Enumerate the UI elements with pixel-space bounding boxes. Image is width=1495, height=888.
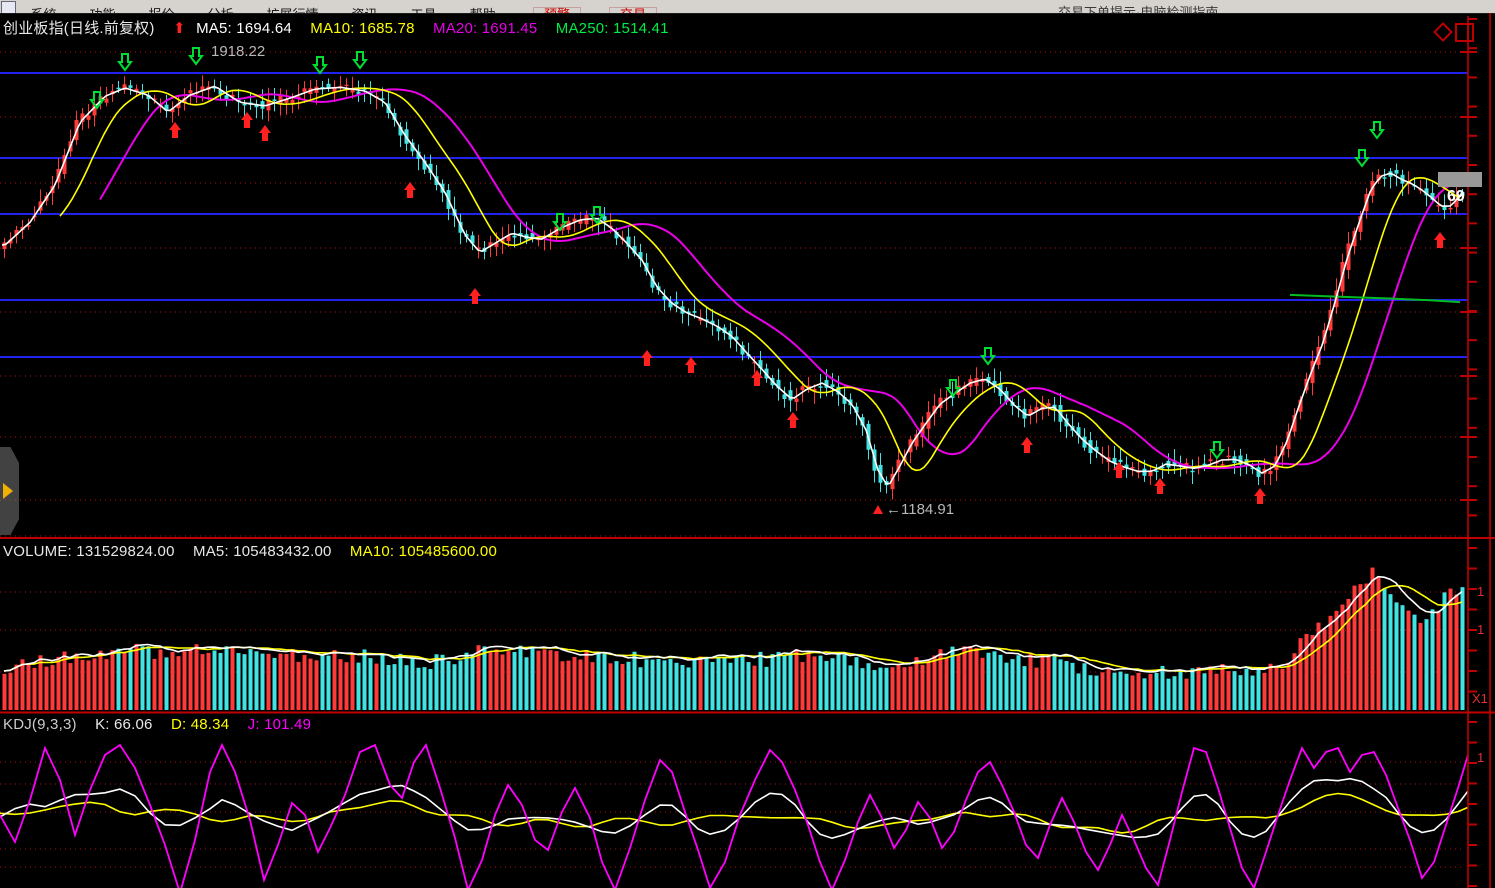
sell-arrow-icon (1371, 122, 1383, 138)
volume-ma-lines (4, 577, 1462, 672)
ma-lines (2, 87, 1462, 484)
buy-arrow-icon (469, 288, 481, 304)
signal-markers (91, 48, 1446, 514)
buy-arrow-icon (1021, 437, 1033, 453)
main-chart-header: 创业板指(日线.前复权) ⬆ MA5: 1694.64 MA10: 1685.7… (3, 17, 683, 38)
kdj-j: J: 101.49 (248, 716, 312, 733)
kdj-axis-label: 1 (1477, 750, 1484, 765)
volume-value: VOLUME: 131529824.00 (3, 543, 175, 560)
level-lines (0, 73, 1468, 357)
buy-arrow-icon (404, 182, 416, 198)
diamond-icon[interactable] (1435, 24, 1452, 41)
buy-arrow-icon (1434, 232, 1446, 248)
ma10-label: MA10: 1685.78 (310, 20, 414, 37)
sidebar-flyout-handle[interactable] (0, 447, 19, 535)
corner-icons (1435, 24, 1473, 41)
kdj-d: D: 48.34 (171, 716, 229, 733)
volume-axis-label-1: 1 (1477, 584, 1484, 599)
volume-axis-unit: X1 (1472, 691, 1488, 706)
low-point-icon (873, 505, 883, 514)
kdj-header: KDJ(9,3,3) K: 66.06 D: 48.34 J: 101.49 (3, 716, 325, 733)
expand-arrow-icon (3, 483, 13, 499)
price-tag-box (1438, 172, 1482, 187)
high-price-label: 1918.22 (211, 43, 265, 60)
sell-arrow-icon (314, 57, 326, 73)
buy-arrow-icon (169, 122, 181, 138)
buy-arrow-icon (241, 112, 253, 128)
volume-header: VOLUME: 131529824.00 MA5: 105483432.00 M… (3, 543, 511, 560)
candles (3, 75, 1465, 499)
kdj-title[interactable]: KDJ(9,3,3) (3, 716, 81, 733)
sell-arrow-icon (1211, 442, 1223, 458)
ma250-label: MA250: 1514.41 (556, 20, 669, 37)
buy-arrow-icon (1154, 478, 1166, 494)
volume-axis-label-2: 1 (1477, 622, 1484, 637)
buy-arrow-icon (641, 350, 653, 366)
volume-ma5: MA5: 105483432.00 (193, 543, 332, 560)
buy-arrow-icon (685, 357, 697, 373)
buy-arrow-icon (1254, 488, 1266, 504)
sell-arrow-icon (190, 48, 202, 64)
chart-canvas[interactable] (0, 0, 1495, 888)
ma20-label: MA20: 1691.45 (433, 20, 537, 37)
buy-arrow-icon (259, 125, 271, 141)
sell-arrow-icon (354, 52, 366, 68)
kdj-k: K: 66.06 (95, 716, 153, 733)
buy-arrow-icon (787, 412, 799, 428)
volume-bars (3, 568, 1465, 710)
window-icon[interactable] (1456, 24, 1473, 41)
axes-borders (0, 13, 1495, 888)
ma5-label: MA5: 1694.64 (196, 20, 292, 37)
trend-up-icon: ⬆ (173, 20, 186, 37)
trading-app-window: { "menu_bar": { "items": ["系统","功能","报价"… (0, 0, 1495, 888)
current-price-tag: 69 (1447, 188, 1465, 206)
buy-arrow-icon (751, 370, 763, 386)
volume-ma10: MA10: 105485600.00 (350, 543, 497, 560)
sell-arrow-icon (119, 54, 131, 70)
gridlines (0, 52, 1462, 867)
symbol-title[interactable]: 创业板指(日线.前复权) (3, 20, 155, 37)
low-price-label: ←1184.91 (886, 501, 954, 518)
